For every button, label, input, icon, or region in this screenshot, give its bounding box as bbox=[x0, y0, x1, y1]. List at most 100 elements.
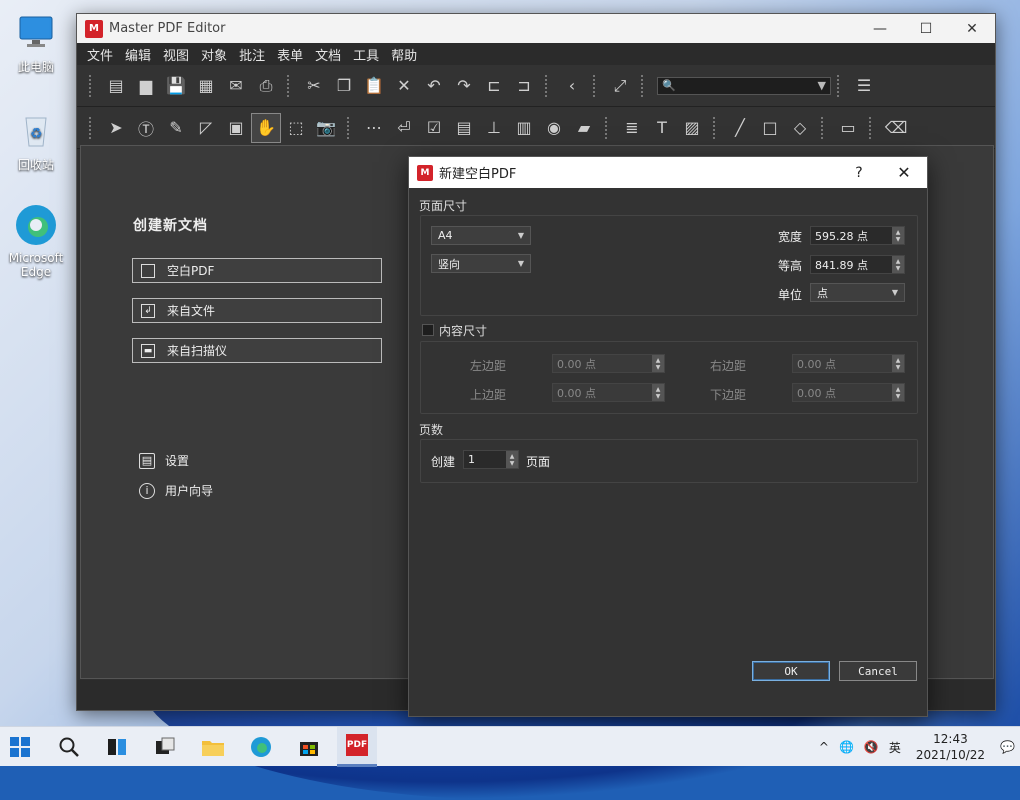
ellipse-tool-icon[interactable]: ◇ bbox=[785, 113, 815, 143]
toolbar-grip[interactable] bbox=[837, 74, 843, 97]
dialog-close-button[interactable]: ✕ bbox=[881, 163, 927, 182]
toolbar-grip[interactable] bbox=[347, 116, 353, 139]
unit-select[interactable]: 点 ▼ bbox=[810, 283, 905, 302]
toolbar-grip[interactable] bbox=[593, 74, 599, 97]
toolbar-grip[interactable] bbox=[89, 116, 95, 139]
from-scanner-button[interactable]: ▬ 来自扫描仪 bbox=[132, 338, 382, 363]
width-input[interactable]: 595.28 点 ▲ ▼ bbox=[810, 226, 905, 245]
menu-file[interactable]: 文件 bbox=[81, 45, 119, 64]
typewriter-icon[interactable]: T bbox=[647, 113, 677, 143]
ime-indicator[interactable]: 英 bbox=[889, 739, 901, 756]
notification-icon[interactable]: 💬 bbox=[1000, 740, 1015, 754]
show-hidden-icons-button[interactable]: ^ bbox=[819, 740, 829, 754]
height-input[interactable]: 841.89 点 ▲ ▼ bbox=[810, 255, 905, 274]
left-margin-input[interactable]: 0.00 点 ▲ ▼ bbox=[552, 354, 665, 373]
email-icon[interactable]: ✉ bbox=[221, 71, 251, 101]
line-tool-icon[interactable]: ╱ bbox=[725, 113, 755, 143]
paper-size-select[interactable]: A4 ▼ bbox=[431, 226, 531, 245]
page-count-input[interactable]: 1 ▲ ▼ bbox=[463, 450, 519, 469]
help-button[interactable]: ? bbox=[837, 165, 881, 181]
toolbar-grip[interactable] bbox=[869, 116, 875, 139]
print-icon[interactable]: ⎙ bbox=[251, 71, 281, 101]
orientation-select[interactable]: 竖向 ▼ bbox=[431, 254, 531, 273]
hamburger-menu-icon[interactable]: ☰ bbox=[849, 71, 879, 101]
menu-tools[interactable]: 工具 bbox=[347, 45, 385, 64]
eraser-icon[interactable]: ⌫ bbox=[881, 113, 911, 143]
undo-icon[interactable]: ↶ bbox=[419, 71, 449, 101]
redo-icon[interactable]: ↷ bbox=[449, 71, 479, 101]
settings-link[interactable]: ▤ 设置 bbox=[139, 452, 189, 469]
ok-button[interactable]: OK bbox=[752, 661, 830, 681]
open-folder-icon[interactable]: ▆ bbox=[131, 71, 161, 101]
toolbar-grip[interactable] bbox=[641, 74, 647, 97]
widgets-button[interactable] bbox=[145, 727, 185, 767]
right-margin-stepper[interactable]: ▲ ▼ bbox=[892, 355, 904, 372]
content-size-checkbox[interactable] bbox=[422, 324, 434, 336]
bottom-margin-input[interactable]: 0.00 点 ▲ ▼ bbox=[792, 383, 905, 402]
rectangle-tool-icon[interactable]: □ bbox=[755, 113, 785, 143]
top-margin-stepper[interactable]: ▲ ▼ bbox=[652, 384, 664, 401]
left-margin-stepper[interactable]: ▲ ▼ bbox=[652, 355, 664, 372]
minimize-button[interactable]: — bbox=[857, 14, 903, 43]
menu-comment[interactable]: 批注 bbox=[233, 45, 271, 64]
clock[interactable]: 12:43 2021/10/22 bbox=[916, 731, 985, 763]
toolbar-grip[interactable] bbox=[821, 116, 827, 139]
text-tool-icon[interactable]: Ⓣ bbox=[131, 113, 161, 143]
crop-icon[interactable]: ⬚ bbox=[281, 113, 311, 143]
text-field-icon[interactable]: ⊥ bbox=[479, 113, 509, 143]
right-margin-input[interactable]: 0.00 点 ▲ ▼ bbox=[792, 354, 905, 373]
menu-help[interactable]: 帮助 bbox=[385, 45, 423, 64]
edit-text-icon[interactable]: ✎ bbox=[161, 113, 191, 143]
select-arrow-icon[interactable]: ➤ bbox=[101, 113, 131, 143]
task-view-button[interactable] bbox=[97, 727, 137, 767]
menu-view[interactable]: 视图 bbox=[157, 45, 195, 64]
prev-page-icon[interactable]: ‹ bbox=[557, 71, 587, 101]
menu-edit[interactable]: 编辑 bbox=[119, 45, 157, 64]
desktop-icon-edge[interactable]: Microsoft Edge bbox=[4, 203, 68, 279]
menu-object[interactable]: 对象 bbox=[195, 45, 233, 64]
toolbar-grip[interactable] bbox=[287, 74, 293, 97]
toolbar-grip[interactable] bbox=[89, 74, 95, 97]
width-stepper[interactable]: ▲ ▼ bbox=[892, 227, 904, 244]
edge-taskbar-button[interactable] bbox=[241, 727, 281, 767]
start-button[interactable] bbox=[0, 727, 40, 767]
copy-icon[interactable]: ❐ bbox=[329, 71, 359, 101]
save-as-icon[interactable]: ▦ bbox=[191, 71, 221, 101]
maximize-button[interactable]: ☐ bbox=[903, 14, 949, 43]
close-button[interactable]: ✕ bbox=[949, 14, 995, 43]
note-comment-icon[interactable]: ▭ bbox=[833, 113, 863, 143]
cut-icon[interactable]: ✂ bbox=[299, 71, 329, 101]
signature-field-icon[interactable]: ▰ bbox=[569, 113, 599, 143]
checkbox-field-icon[interactable]: ☑ bbox=[419, 113, 449, 143]
blank-pdf-button[interactable]: 空白PDF bbox=[132, 258, 382, 283]
new-document-icon[interactable]: ▤ bbox=[101, 71, 131, 101]
align-left-icon[interactable]: ⊏ bbox=[479, 71, 509, 101]
hand-tool-icon[interactable]: ✋ bbox=[251, 112, 281, 143]
menu-document[interactable]: 文档 bbox=[309, 45, 347, 64]
master-pdf-taskbar-button[interactable]: PDF bbox=[337, 726, 377, 767]
align-right-icon[interactable]: ⊐ bbox=[509, 71, 539, 101]
paste-icon[interactable]: 📋 bbox=[359, 71, 389, 101]
snapshot-icon[interactable]: 📷 bbox=[311, 113, 341, 143]
save-icon[interactable]: 💾 bbox=[161, 71, 191, 101]
fit-page-icon[interactable]: ⤢ bbox=[605, 71, 635, 101]
toolbar-grip[interactable] bbox=[605, 116, 611, 139]
store-button[interactable] bbox=[289, 727, 329, 767]
chevron-down-icon[interactable]: ▼ bbox=[818, 79, 826, 92]
button-field-icon[interactable]: ⏎ bbox=[389, 113, 419, 143]
radio-field-icon[interactable]: ◉ bbox=[539, 113, 569, 143]
user-guide-link[interactable]: i 用户向导 bbox=[139, 482, 213, 499]
link-tool-icon[interactable]: ⋯ bbox=[359, 113, 389, 143]
search-input[interactable]: 🔍 ▼ bbox=[657, 76, 831, 95]
desktop-icon-this-pc[interactable]: 此电脑 bbox=[4, 10, 68, 75]
toolbar-grip[interactable] bbox=[713, 116, 719, 139]
edit-object-icon[interactable]: ◸ bbox=[191, 113, 221, 143]
cancel-button[interactable]: Cancel bbox=[839, 661, 917, 681]
add-text-icon[interactable]: ≣ bbox=[617, 113, 647, 143]
file-explorer-button[interactable] bbox=[193, 727, 233, 767]
search-taskbar-button[interactable] bbox=[49, 727, 89, 767]
delete-icon[interactable]: ✕ bbox=[389, 71, 419, 101]
bottom-margin-stepper[interactable]: ▲ ▼ bbox=[892, 384, 904, 401]
menu-forms[interactable]: 表单 bbox=[271, 45, 309, 64]
desktop-icon-recycle-bin[interactable]: ♻ 回收站 bbox=[4, 108, 68, 173]
